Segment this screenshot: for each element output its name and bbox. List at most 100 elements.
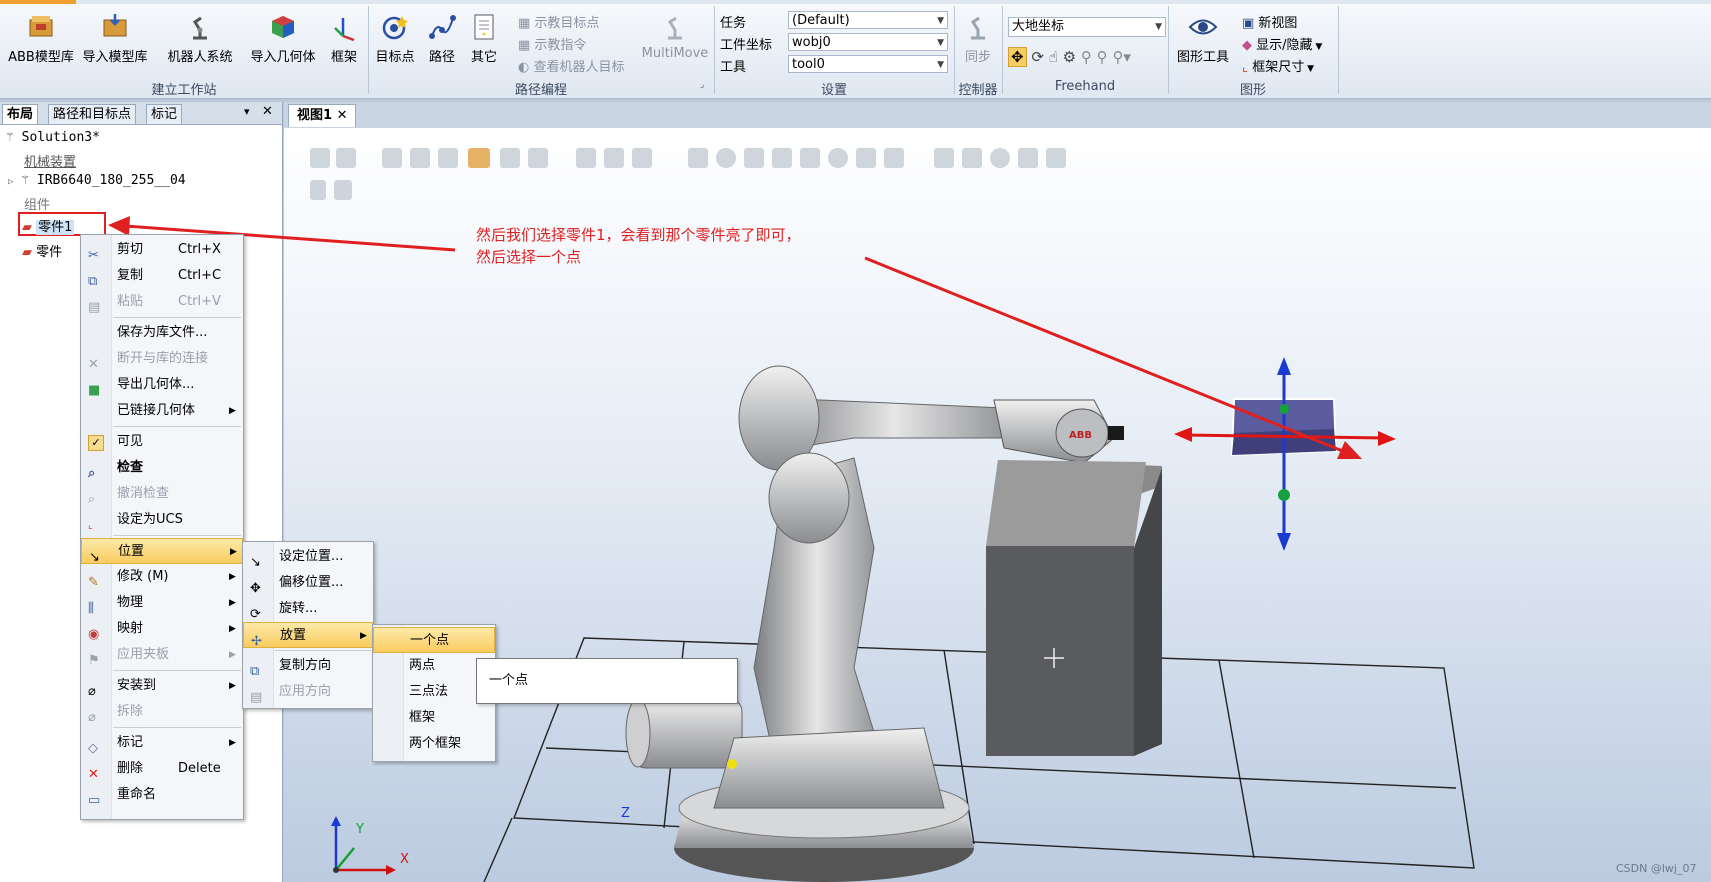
tooltip: 一个点 [476,658,738,704]
move-tool-icon[interactable]: ✥ [1008,47,1027,67]
frame-size-button[interactable]: ⌞ 框架尺寸 ▼ [1242,56,1314,75]
tab-view1[interactable]: 视图1 ✕ [288,104,357,127]
sync-icon [970,16,985,40]
menu-item-linked-geometry[interactable]: 已链接几何体 ▶ [81,398,243,424]
menu-item-apply-fixture[interactable]: ⚑ 应用夹板 ▶ [81,642,243,668]
tab-tags[interactable]: 标记 [146,104,183,124]
freehand-tools: ✥ ⟳ ☝ ⚙ ⚲ ⚲ ⚲▾ [1008,47,1131,67]
menu-item-delete[interactable]: ✕ 删除 Delete [81,756,243,782]
jog-reorient-icon[interactable]: ⚲ [1097,48,1108,66]
axis-indicator [331,816,396,875]
menu-item-physics[interactable]: ⫼ 物理 ▶ [81,590,243,616]
annotation-text-line1: 然后我们选择零件1，会看到那个零件亮了即可， [476,226,801,244]
tree-robot[interactable]: ▷ ⚚ IRB6640_180_255__04 [8,173,186,188]
robot-arm-icon [192,16,207,40]
import-geometry-button[interactable]: 导入几何体 [246,12,320,65]
target-button[interactable]: 目标点 [372,12,418,65]
position-submenu: ↘ 设定位置... ✥ 偏移位置... ⟳ 旋转... ✢ 放置 ▶ ⧉ 复制方向 ▤ 应用方… [242,541,374,709]
menu-item-undo-inspect[interactable]: ⌕ 撤消检查 [81,481,243,507]
tab-layout[interactable]: 布局 [2,104,39,124]
menu-item-tag[interactable]: ◇ 标记 ▶ [81,730,243,756]
box-model[interactable] [974,448,1164,758]
menu-item-attach-to[interactable]: ⌀ 安装到 ▶ [81,673,243,699]
menu-item-position[interactable]: ↘ 位置 ▶ [81,538,243,565]
watermark: CSDN @lwj_07 [1616,862,1697,875]
submenu-arrow-icon: ▶ [230,547,237,557]
menu-item-frame[interactable]: 框架 [373,705,495,731]
multi-robot-jog-icon[interactable]: ⚲▾ [1112,48,1131,66]
menu-item-rename[interactable]: ▭ 重命名 [81,782,243,808]
menu-item-apply-orientation[interactable]: ▤ 应用方向 [243,679,373,705]
menu-item-rotate[interactable]: ⟳ 旋转... [243,596,373,622]
menu-item-inspect[interactable]: ⌕ 检查 [81,455,243,481]
import-library-button[interactable]: 导入模型库 [78,12,152,65]
part1-model[interactable] [1164,353,1404,573]
physics-icon: ⫼ [88,601,94,616]
menu-item-mirror[interactable]: ◉ 映射 ▶ [81,616,243,642]
menu-item-disconnect-library[interactable]: ✕ 断开与库的连接 [81,346,243,372]
context-menu: ✂ 剪切 Ctrl+X ⧉ 复制 Ctrl+C ▤ 粘贴 Ctrl+V 保存为库文件... … [80,234,244,820]
3d-viewport[interactable]: ABB Z Y X 然后我们选择零件1，会看到那个零件亮了即可， 然后选择一个点… [284,128,1711,882]
submenu-arrow-icon: ▶ [229,650,236,660]
tree-part2[interactable]: ▰ 零件 [22,241,62,260]
jog-linear-icon[interactable]: ⚲ [1081,48,1092,66]
part-icon: ▰ [22,245,32,260]
robot-system-button[interactable]: 机器人系统 [162,12,238,65]
tab-paths-targets[interactable]: 路径和目标点 [48,104,137,124]
menu-item-set-ucs[interactable]: ⌞ 设定为UCS [81,507,243,533]
menu-item-cut[interactable]: ✂ 剪切 Ctrl+X [81,237,243,263]
tree-solution[interactable]: ⚚ Solution3* [6,130,100,145]
jog-joint-icon[interactable]: ⚙ [1063,48,1076,66]
drag-tool-icon[interactable]: ☝ [1049,48,1058,66]
multimove-button[interactable]: MultiMove [640,12,710,61]
path-button[interactable]: 路径 [424,12,460,65]
task-select[interactable]: (Default) ▼ [788,11,948,29]
close-icon[interactable]: ✕ [337,108,348,123]
place-icon: ✢ [251,634,262,649]
menu-item-two-frames[interactable]: 两个框架 [373,731,495,757]
menu-item-one-point[interactable]: 一个点 [373,627,495,653]
panel-dropdown-icon[interactable]: ▾ [244,105,250,118]
expand-icon[interactable]: ▷ [8,177,13,187]
chevron-down-icon: ▼ [937,60,944,70]
show-hide-button[interactable]: ◆ 显示/隐藏 ▼ [1242,34,1322,53]
menu-item-visible[interactable]: ✓ 可见 [81,429,243,455]
rotate-tool-icon[interactable]: ⟳ [1031,48,1044,66]
close-icon[interactable]: ✕ [262,104,273,119]
tree-components-header: 组件 [24,198,51,213]
menu-item-copy-orientation[interactable]: ⧉ 复制方向 [243,653,373,679]
menu-item-offset-position[interactable]: ✥ 偏移位置... [243,570,373,596]
submenu-arrow-icon: ▶ [360,631,367,641]
menu-item-export-geometry[interactable]: ■ 导出几何体... [81,372,243,398]
menu-item-paste[interactable]: ▤ 粘贴 Ctrl+V [81,289,243,315]
part-icon: ▰ [22,220,32,235]
view-robot-target-button[interactable]: ◐ 查看机器人目标 [518,56,625,75]
teach-target-button[interactable]: ▦ 示教目标点 [518,12,599,31]
paste-icon: ▤ [88,300,101,315]
teach-instruction-button[interactable]: ▦ 示教指令 [518,34,586,53]
menu-item-place[interactable]: ✢ 放置 ▶ [243,622,373,649]
fixture-icon: ⚑ [88,653,100,668]
menu-item-save-library[interactable]: 保存为库文件... [81,320,243,346]
abb-library-button[interactable]: ABB模型库 [6,12,76,65]
target-icon [382,16,408,40]
inspect-icon: ⌕ [88,466,96,481]
eraser-icon: ◆ [1242,38,1257,53]
menu-item-detach[interactable]: ⌀ 拆除 [81,699,243,725]
group-label-controller: 控制器 [958,83,998,98]
reference-frame-select[interactable]: 大地坐标 ▼ [1008,17,1166,37]
tool-select[interactable]: tool0 ▼ [788,55,948,73]
graphics-tools-button[interactable]: 图形工具 [1172,12,1234,65]
frame-button[interactable]: 框架 [326,12,362,65]
menu-item-set-position[interactable]: ↘ 设定位置... [243,544,373,570]
copy-orientation-icon: ⧉ [250,664,260,679]
new-view-button[interactable]: ▣ 新视图 [1242,12,1297,31]
wobj-select[interactable]: wobj0 ▼ [788,33,948,51]
menu-item-modify[interactable]: ✎ 修改 (M) ▶ [81,564,243,590]
menu-item-copy[interactable]: ⧉ 复制 Ctrl+C [81,263,243,289]
axis-z-label: Z [621,806,630,821]
other-button[interactable]: 其它 [466,12,502,65]
tree-part1[interactable]: ▰ 零件1 [22,216,75,235]
library-icon [29,16,53,37]
sync-button[interactable]: 同步 [958,12,998,65]
